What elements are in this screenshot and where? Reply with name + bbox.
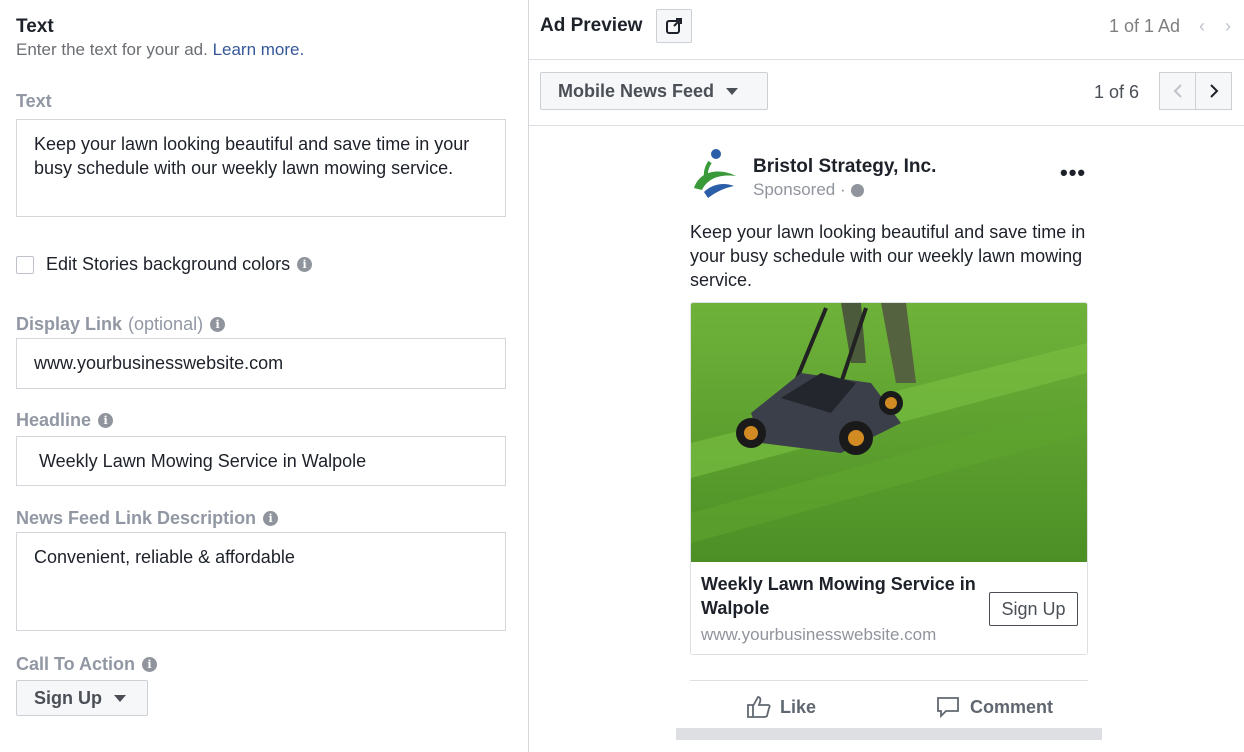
placement-dropdown[interactable]: Mobile News Feed: [540, 72, 768, 110]
ad-page-name[interactable]: Bristol Strategy, Inc.: [753, 156, 936, 178]
placement-position: 1 of 6: [1094, 82, 1140, 102]
cta-dropdown-value: Sign Up: [34, 687, 102, 708]
info-icon[interactable]: i: [98, 413, 114, 428]
comment-button[interactable]: Comment: [936, 695, 1053, 719]
next-ad-chevron-icon[interactable]: ›: [1225, 16, 1231, 37]
display-link-input[interactable]: www.yourbusinesswebsite.com: [16, 338, 506, 389]
ad-actions-bar: Like Comment: [690, 680, 1088, 728]
preview-header: Ad Preview 1 of 1 Ad ‹ ›: [529, 0, 1244, 60]
section-subtitle: Enter the text for your ad. Learn more.: [16, 40, 304, 60]
ad-count: 1 of 1 Ad: [1109, 16, 1181, 36]
like-button[interactable]: Like: [746, 695, 816, 719]
card-display-link[interactable]: www.yourbusinesswebsite.com: [701, 625, 936, 645]
caret-down-icon: [114, 694, 126, 702]
like-label: Like: [780, 696, 817, 717]
more-options-icon[interactable]: •••: [1060, 160, 1086, 186]
cta-label: Call To Action i: [16, 654, 157, 675]
external-link-icon: [666, 18, 682, 34]
ad-body-text: Keep your lawn looking beautiful and sav…: [690, 222, 1086, 290]
description-label: News Feed Link Description i: [16, 508, 279, 529]
caret-down-icon: [726, 87, 739, 95]
section-title: Text: [16, 16, 54, 37]
display-link-label-text: Display Link: [16, 314, 123, 334]
optional-label: (optional): [128, 314, 204, 334]
chevron-right-icon: [1209, 84, 1218, 98]
info-icon[interactable]: i: [297, 257, 313, 272]
open-external-button[interactable]: [656, 9, 692, 43]
preview-title: Ad Preview: [540, 15, 643, 36]
description-label-text: News Feed Link Description: [16, 508, 257, 528]
section-subtitle-text: Enter the text for your ad.: [16, 40, 208, 59]
comment-icon: [937, 697, 959, 719]
globe-icon: [850, 183, 864, 197]
sponsored-text: Sponsored ·: [753, 180, 846, 199]
lawn-mower-photo: [691, 303, 1087, 562]
info-icon[interactable]: i: [142, 657, 157, 672]
headline-label-text: Headline: [16, 410, 92, 430]
headline-label: Headline i: [16, 410, 114, 431]
info-icon[interactable]: i: [263, 511, 279, 526]
sign-up-button[interactable]: Sign Up: [989, 592, 1078, 626]
cta-dropdown[interactable]: Sign Up: [16, 680, 148, 716]
learn-more-link[interactable]: Learn more.: [213, 40, 305, 59]
next-placement-button[interactable]: [1195, 72, 1232, 110]
text-label-text: Text: [16, 91, 52, 111]
text-label: Text: [16, 91, 52, 112]
prev-placement-button[interactable]: [1159, 72, 1196, 110]
stories-colors-checkbox[interactable]: [16, 255, 34, 274]
brand-logo: [694, 149, 736, 198]
comment-label: Comment: [970, 696, 1054, 717]
stories-colors-row[interactable]: Edit Stories background colors i: [16, 254, 313, 275]
preview-toolbar: Mobile News Feed 1 of 6: [529, 60, 1244, 126]
stories-colors-label: Edit Stories background colors: [46, 254, 291, 274]
card-footer: Weekly Lawn Mowing Service in Walpole ww…: [691, 562, 1087, 654]
headline-input[interactable]: Weekly Lawn Mowing Service in Walpole: [16, 436, 506, 486]
ad-link-card[interactable]: Weekly Lawn Mowing Service in Walpole ww…: [690, 302, 1088, 655]
chevron-left-icon: [1173, 84, 1182, 98]
info-icon[interactable]: i: [210, 317, 226, 332]
scroll-bar[interactable]: [676, 728, 1102, 740]
text-input[interactable]: Keep your lawn looking beautiful and sav…: [16, 119, 506, 217]
card-headline[interactable]: Weekly Lawn Mowing Service in Walpole: [701, 572, 981, 620]
placement-value: Mobile News Feed: [558, 80, 715, 101]
display-link-label: Display Link (optional) i: [16, 314, 226, 335]
thumbs-up-icon: [747, 696, 771, 718]
sponsored-label: Sponsored ·: [753, 180, 864, 200]
cta-label-text: Call To Action: [16, 654, 135, 674]
description-input[interactable]: Convenient, reliable & affordable: [16, 532, 506, 631]
prev-ad-chevron-icon[interactable]: ‹: [1199, 16, 1205, 37]
